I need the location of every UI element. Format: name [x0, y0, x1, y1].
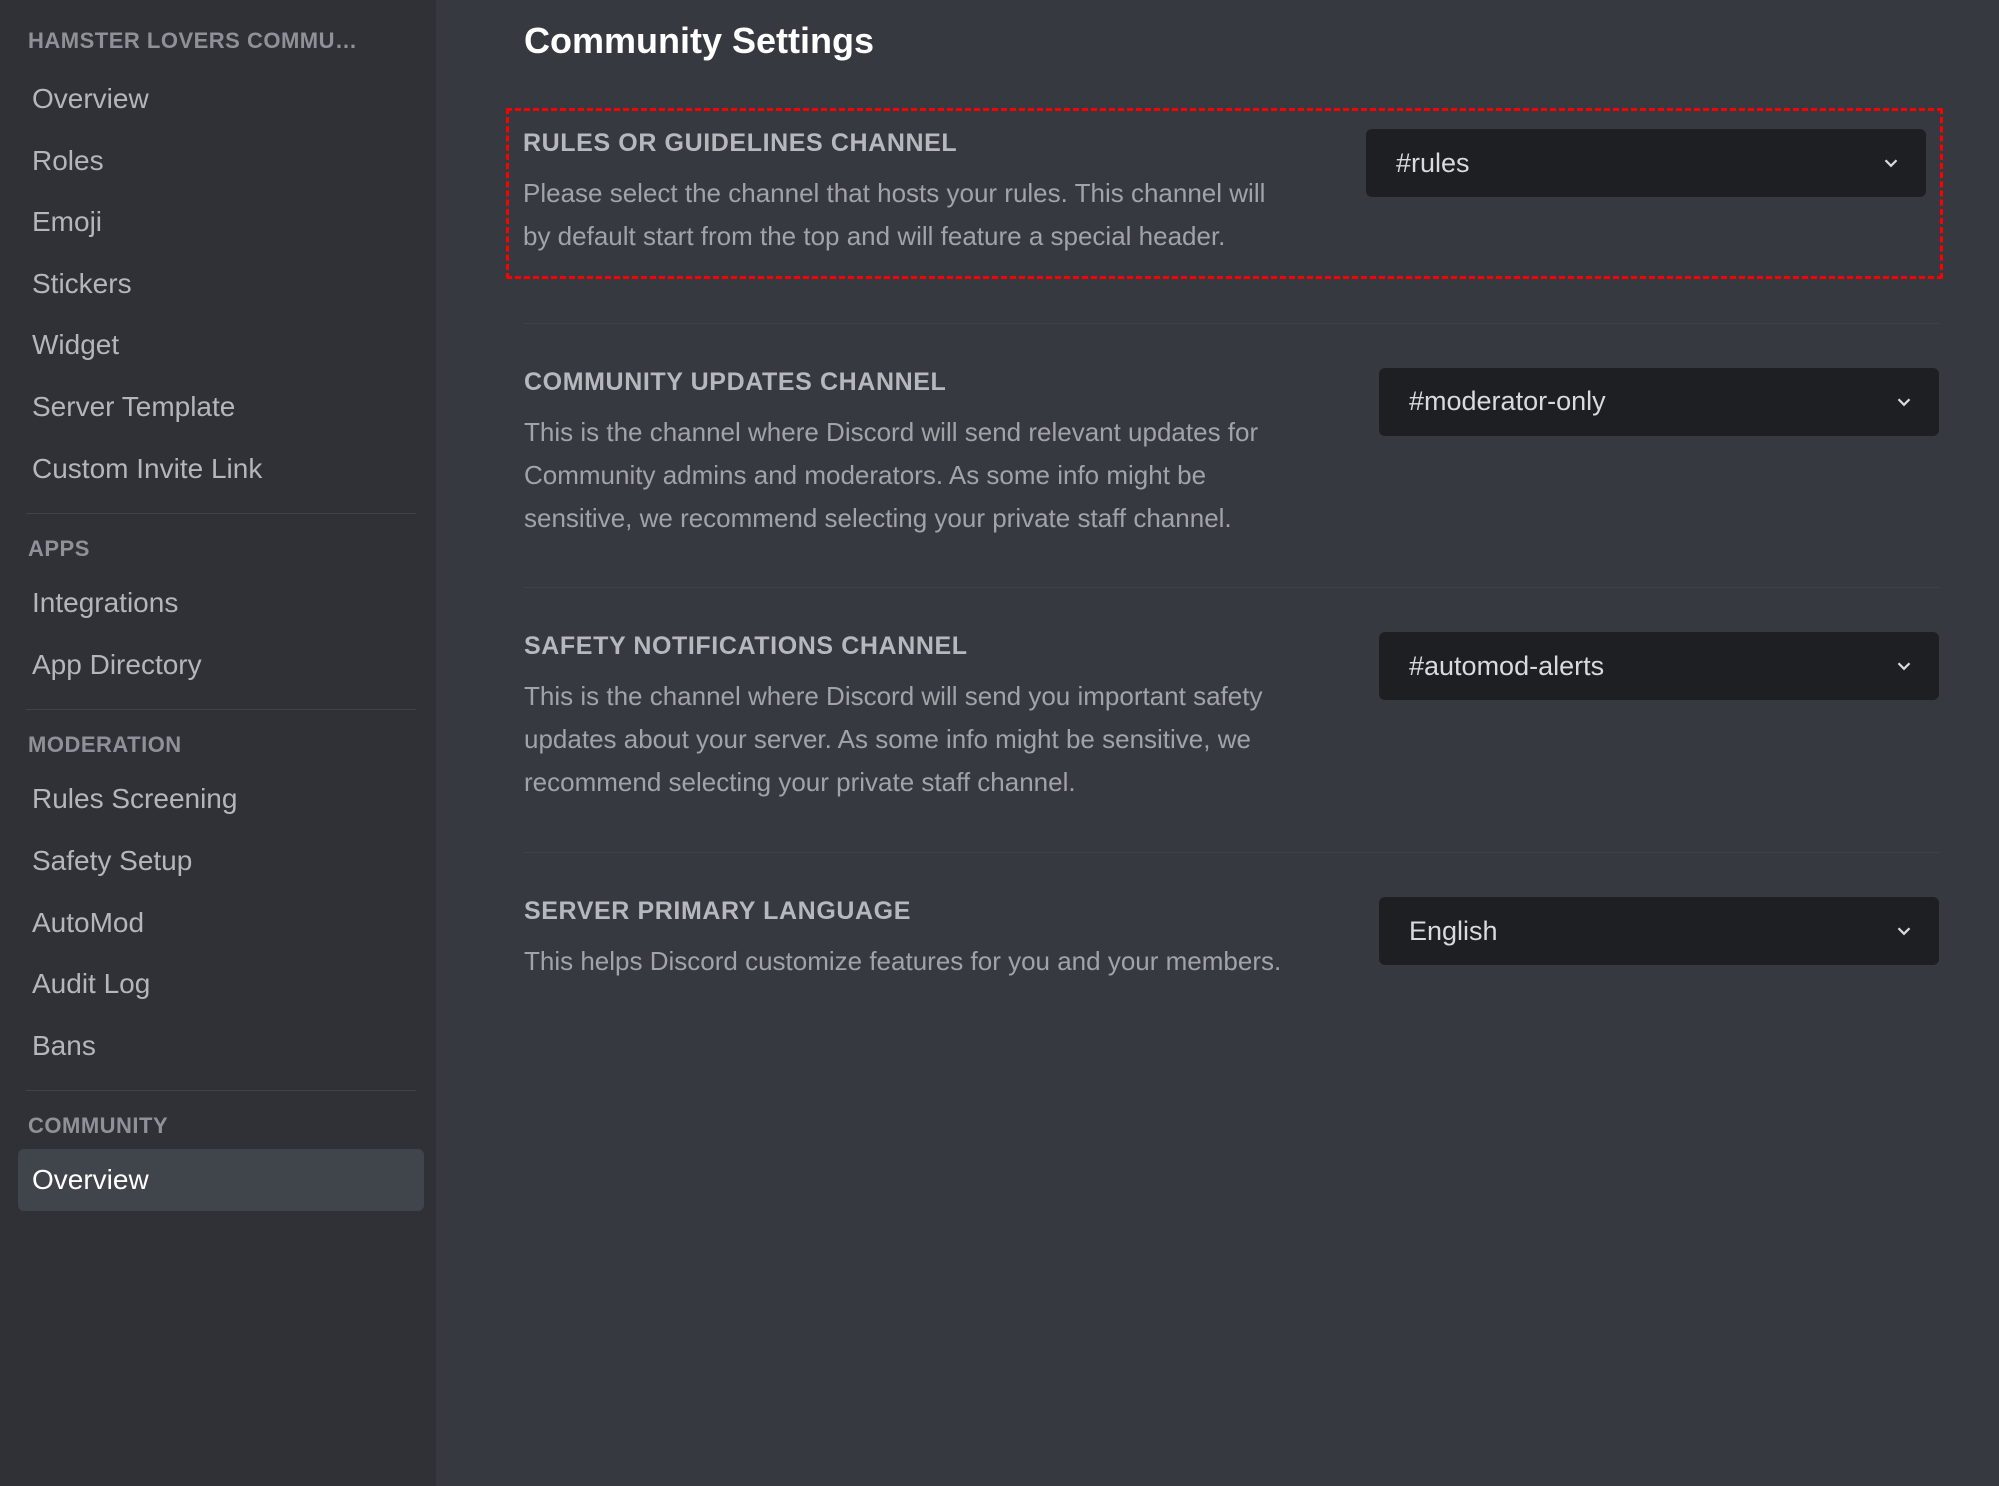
sidebar-item-custom-invite-link[interactable]: Custom Invite Link — [18, 438, 424, 500]
sidebar-item-audit-log[interactable]: Audit Log — [18, 953, 424, 1015]
setting-info: SERVER PRIMARY LANGUAGE This helps Disco… — [524, 897, 1299, 983]
setting-description: This helps Discord customize features fo… — [524, 940, 1299, 983]
sidebar-item-app-directory[interactable]: App Directory — [18, 634, 424, 696]
sidebar-item-safety-setup[interactable]: Safety Setup — [18, 830, 424, 892]
setting-title: SERVER PRIMARY LANGUAGE — [524, 897, 1299, 926]
sidebar-item-server-template[interactable]: Server Template — [18, 376, 424, 438]
setting-title: SAFETY NOTIFICATIONS CHANNEL — [524, 632, 1299, 661]
sidebar-item-bans[interactable]: Bans — [18, 1015, 424, 1077]
sidebar-item-integrations[interactable]: Integrations — [18, 572, 424, 634]
server-primary-language-select[interactable]: English — [1379, 897, 1939, 965]
sidebar-item-roles[interactable]: Roles — [18, 130, 424, 192]
community-updates-channel-select[interactable]: #moderator-only — [1379, 368, 1939, 436]
setting-divider — [524, 323, 1939, 324]
setting-info: RULES OR GUIDELINES CHANNEL Please selec… — [523, 129, 1286, 258]
select-value: English — [1409, 916, 1498, 947]
setting-description: This is the channel where Discord will s… — [524, 675, 1299, 804]
setting-title: COMMUNITY UPDATES CHANNEL — [524, 368, 1299, 397]
main-content: Community Settings RULES OR GUIDELINES C… — [436, 0, 1999, 1486]
setting-server-primary-language: SERVER PRIMARY LANGUAGE This helps Disco… — [524, 897, 1939, 983]
sidebar-item-community-overview[interactable]: Overview — [18, 1149, 424, 1211]
chevron-down-icon — [1880, 152, 1902, 174]
sidebar-section-moderation: MODERATION — [18, 710, 424, 768]
safety-notifications-channel-select[interactable]: #automod-alerts — [1379, 632, 1939, 700]
server-name-header: HAMSTER LOVERS COMMU… — [18, 20, 424, 68]
chevron-down-icon — [1893, 920, 1915, 942]
setting-info: SAFETY NOTIFICATIONS CHANNEL This is the… — [524, 632, 1299, 804]
setting-description: This is the channel where Discord will s… — [524, 411, 1299, 540]
app-root: HAMSTER LOVERS COMMU… Overview Roles Emo… — [0, 0, 1999, 1486]
setting-title: RULES OR GUIDELINES CHANNEL — [523, 129, 1286, 158]
sidebar-item-automod[interactable]: AutoMod — [18, 892, 424, 954]
sidebar-section-community: COMMUNITY — [18, 1091, 424, 1149]
setting-community-updates-channel: COMMUNITY UPDATES CHANNEL This is the ch… — [524, 368, 1939, 589]
sidebar-section-apps: APPS — [18, 514, 424, 572]
settings-sidebar: HAMSTER LOVERS COMMU… Overview Roles Emo… — [0, 0, 436, 1486]
sidebar-item-rules-screening[interactable]: Rules Screening — [18, 768, 424, 830]
sidebar-item-emoji[interactable]: Emoji — [18, 191, 424, 253]
setting-info: COMMUNITY UPDATES CHANNEL This is the ch… — [524, 368, 1299, 540]
sidebar-item-widget[interactable]: Widget — [18, 314, 424, 376]
setting-safety-notifications-channel: SAFETY NOTIFICATIONS CHANNEL This is the… — [524, 632, 1939, 853]
setting-rules-channel: RULES OR GUIDELINES CHANNEL Please selec… — [523, 129, 1926, 258]
page-title: Community Settings — [524, 20, 1939, 62]
sidebar-item-stickers[interactable]: Stickers — [18, 253, 424, 315]
highlight-box: RULES OR GUIDELINES CHANNEL Please selec… — [506, 108, 1943, 279]
rules-channel-select[interactable]: #rules — [1366, 129, 1926, 197]
chevron-down-icon — [1893, 391, 1915, 413]
select-value: #rules — [1396, 148, 1470, 179]
sidebar-item-overview[interactable]: Overview — [18, 68, 424, 130]
select-value: #automod-alerts — [1409, 651, 1604, 682]
setting-description: Please select the channel that hosts you… — [523, 172, 1286, 258]
chevron-down-icon — [1893, 655, 1915, 677]
select-value: #moderator-only — [1409, 386, 1606, 417]
